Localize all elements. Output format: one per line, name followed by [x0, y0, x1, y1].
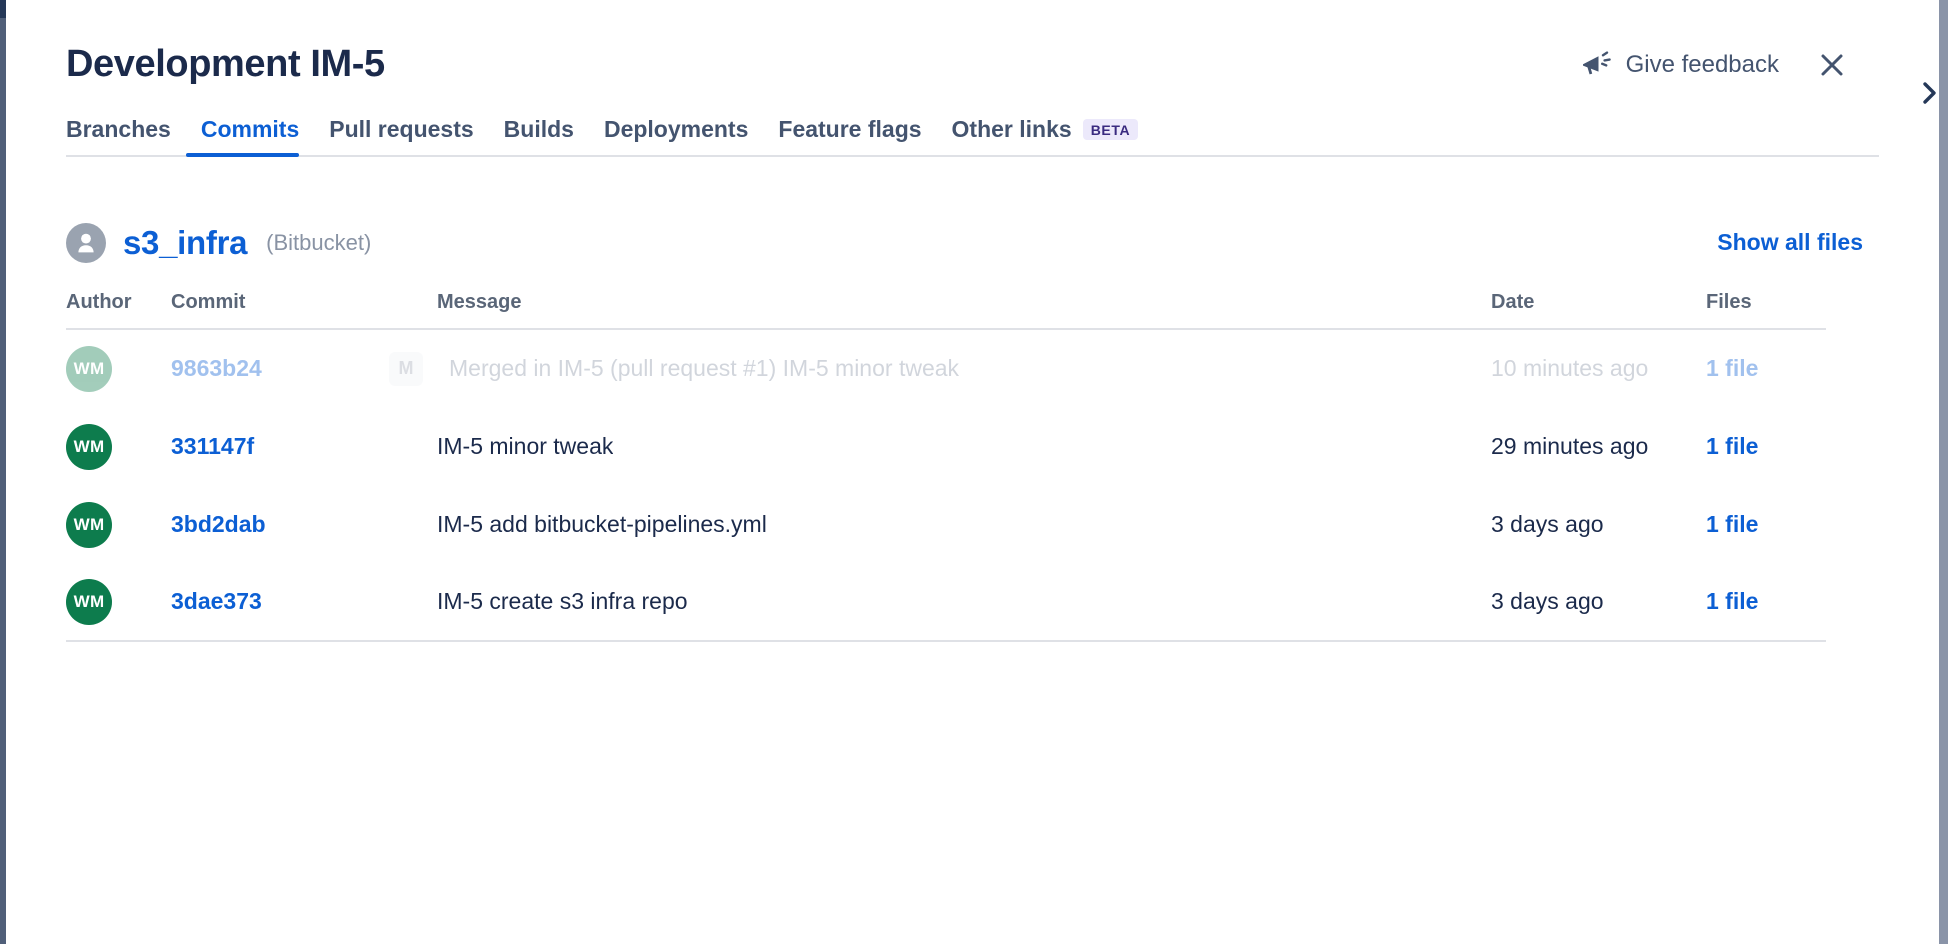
- row-date-cell: 10 minutes ago: [1491, 355, 1706, 382]
- table-row[interactable]: WM 331147f IM-5 minor tweak 29 minutes a…: [66, 408, 1826, 486]
- repository-identity: s3_infra (Bitbucket): [66, 223, 371, 263]
- tab-deployments[interactable]: Deployments: [589, 116, 763, 155]
- repository-source-label: (Bitbucket): [266, 230, 371, 256]
- repository-name-link[interactable]: s3_infra: [123, 224, 247, 262]
- development-panel: Development IM-5 Give feedback: [0, 0, 1948, 944]
- commits-table-header: Author Commit Message Date Files: [66, 291, 1826, 330]
- tab-list: Branches Commits Pull requests Builds De…: [66, 116, 1879, 157]
- avatar: WM: [66, 502, 112, 548]
- megaphone-icon: [1580, 51, 1612, 79]
- panel-content: Development IM-5 Give feedback: [6, 0, 1939, 944]
- merge-commit-badge: M: [389, 352, 423, 386]
- tab-branches[interactable]: Branches: [66, 116, 186, 155]
- commit-date: 3 days ago: [1491, 588, 1604, 614]
- row-files-cell: 1 file: [1706, 511, 1826, 538]
- row-files-cell: 1 file: [1706, 588, 1826, 615]
- row-message-cell: M Merged in IM-5 (pull request #1) IM-5 …: [389, 352, 1491, 386]
- column-header-commit: Commit: [171, 291, 389, 314]
- commits-table: Author Commit Message Date Files WM 9863…: [66, 291, 1826, 642]
- tabs-container: Branches Commits Pull requests Builds De…: [6, 116, 1939, 157]
- avatar: WM: [66, 346, 112, 392]
- row-date-cell: 3 days ago: [1491, 588, 1706, 615]
- commit-hash-link[interactable]: 3dae373: [171, 588, 262, 614]
- row-author-cell: WM: [66, 424, 171, 470]
- commit-message: IM-5 add bitbucket-pipelines.yml: [437, 511, 767, 538]
- give-feedback-button[interactable]: Give feedback: [1580, 51, 1779, 79]
- row-message-cell: IM-5 add bitbucket-pipelines.yml: [389, 511, 1491, 538]
- commit-hash-link[interactable]: 9863b24: [171, 355, 262, 381]
- row-commit-cell: 3bd2dab: [171, 511, 389, 538]
- give-feedback-label: Give feedback: [1626, 51, 1779, 79]
- tab-label: Commits: [201, 116, 299, 143]
- row-message-cell: IM-5 minor tweak: [389, 433, 1491, 460]
- tab-label: Branches: [66, 116, 171, 143]
- repository-header: s3_infra (Bitbucket) Show all files: [6, 223, 1939, 263]
- close-icon[interactable]: [1815, 48, 1849, 82]
- tab-other-links[interactable]: Other links BETA: [937, 116, 1154, 155]
- avatar: WM: [66, 424, 112, 470]
- files-count-link[interactable]: 1 file: [1706, 433, 1758, 459]
- commit-hash-link[interactable]: 331147f: [171, 433, 254, 459]
- tab-pull-requests[interactable]: Pull requests: [314, 116, 488, 155]
- column-header-author: Author: [66, 291, 171, 314]
- tab-label: Feature flags: [778, 116, 921, 143]
- files-count-link[interactable]: 1 file: [1706, 588, 1758, 614]
- commit-message: Merged in IM-5 (pull request #1) IM-5 mi…: [449, 355, 959, 382]
- row-date-cell: 29 minutes ago: [1491, 433, 1706, 460]
- commit-message: IM-5 minor tweak: [437, 433, 613, 460]
- column-header-date: Date: [1491, 291, 1706, 314]
- column-header-message: Message: [389, 291, 1491, 314]
- tab-feature-flags[interactable]: Feature flags: [763, 116, 936, 155]
- row-author-cell: WM: [66, 346, 171, 392]
- row-files-cell: 1 file: [1706, 433, 1826, 460]
- commit-message: IM-5 create s3 infra repo: [437, 588, 688, 615]
- commit-date: 10 minutes ago: [1491, 355, 1648, 381]
- row-files-cell: 1 file: [1706, 355, 1826, 382]
- commit-date: 29 minutes ago: [1491, 433, 1648, 459]
- table-row[interactable]: WM 3bd2dab IM-5 add bitbucket-pipelines.…: [66, 486, 1826, 564]
- avatar: WM: [66, 579, 112, 625]
- commit-hash-link[interactable]: 3bd2dab: [171, 511, 266, 537]
- person-icon: [66, 223, 106, 263]
- tab-commits[interactable]: Commits: [186, 116, 314, 155]
- header-actions: Give feedback: [1580, 48, 1849, 82]
- beta-badge: BETA: [1083, 119, 1138, 140]
- tab-builds[interactable]: Builds: [489, 116, 589, 155]
- table-row[interactable]: WM 3dae373 IM-5 create s3 infra repo 3 d…: [66, 564, 1826, 642]
- tab-label: Deployments: [604, 116, 748, 143]
- tab-label: Pull requests: [329, 116, 473, 143]
- row-message-cell: IM-5 create s3 infra repo: [389, 588, 1491, 615]
- row-author-cell: WM: [66, 502, 171, 548]
- files-count-link[interactable]: 1 file: [1706, 355, 1758, 381]
- page-title: Development IM-5: [66, 44, 385, 86]
- tab-label: Builds: [504, 116, 574, 143]
- row-author-cell: WM: [66, 579, 171, 625]
- row-commit-cell: 3dae373: [171, 588, 389, 615]
- row-date-cell: 3 days ago: [1491, 511, 1706, 538]
- tab-label: Other links: [952, 116, 1072, 143]
- panel-header: Development IM-5 Give feedback: [6, 0, 1939, 86]
- column-header-files: Files: [1706, 291, 1826, 314]
- files-count-link[interactable]: 1 file: [1706, 511, 1758, 537]
- show-all-files-link[interactable]: Show all files: [1717, 229, 1863, 256]
- right-edge-bar: [1939, 0, 1948, 944]
- row-commit-cell: 331147f: [171, 433, 389, 460]
- row-commit-cell: 9863b24: [171, 355, 389, 382]
- table-row[interactable]: WM 9863b24 M Merged in IM-5 (pull reques…: [66, 330, 1826, 408]
- commit-date: 3 days ago: [1491, 511, 1604, 537]
